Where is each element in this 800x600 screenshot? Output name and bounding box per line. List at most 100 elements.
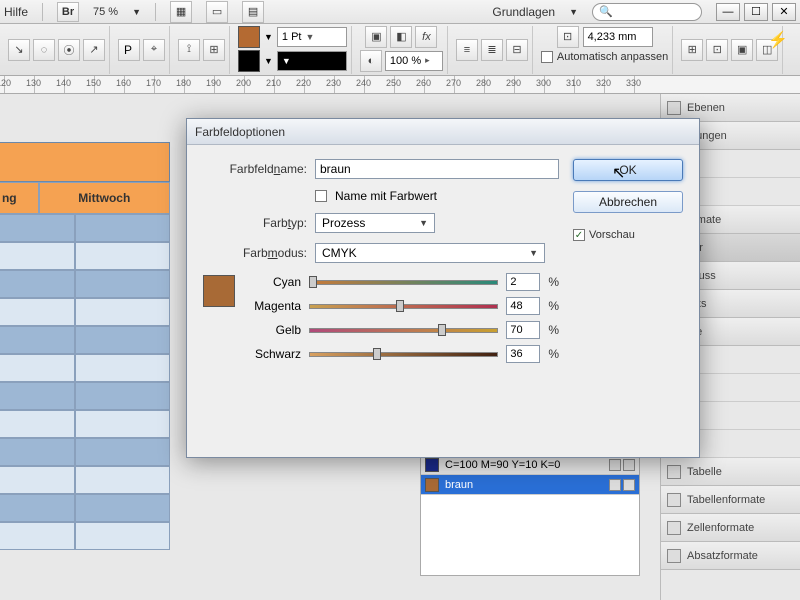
- opacity-icon[interactable]: ◐: [360, 50, 382, 72]
- separator: [42, 3, 43, 21]
- zoom-display[interactable]: 75 %: [93, 6, 118, 18]
- menu-help[interactable]: Hilfe: [4, 5, 28, 19]
- swatch-options-dialog: Farbfeldoptionen Farbfeldname: Name mit …: [186, 118, 700, 458]
- view-mode-icon[interactable]: ▦: [170, 1, 192, 23]
- arrange-icon[interactable]: ▤: [242, 1, 264, 23]
- align-icon[interactable]: ⊟: [506, 39, 528, 61]
- swatch-name: braun: [445, 479, 473, 491]
- tool-icon[interactable]: ↘: [8, 39, 30, 61]
- wrap-icon[interactable]: ◧: [390, 26, 412, 48]
- chevron-down-icon[interactable]: ▼: [132, 7, 141, 17]
- swatch-row[interactable]: C=100 M=90 Y=10 K=0: [421, 455, 639, 475]
- fx-icon[interactable]: fx: [415, 26, 437, 48]
- tool-icon[interactable]: ⦿: [58, 39, 80, 61]
- color-preview-chip: [203, 275, 235, 307]
- channel-label: Schwarz: [245, 347, 301, 361]
- colormode-select[interactable]: CMYK▼: [315, 243, 545, 263]
- percent-label: %: [548, 347, 559, 361]
- swatch-type-icon: [609, 479, 621, 491]
- snap-icon[interactable]: ⟟: [178, 39, 200, 61]
- minimize-button[interactable]: —: [716, 3, 740, 21]
- panel-tab[interactable]: Zellenformate: [661, 514, 800, 542]
- panel-icon: [667, 465, 681, 479]
- frame-size-input[interactable]: 4,233 mm: [583, 27, 653, 47]
- swatch-row[interactable]: braun: [421, 475, 639, 495]
- stroke-swatch[interactable]: [238, 50, 260, 72]
- swatch-mode-icon: [623, 479, 635, 491]
- frame-fit-icon[interactable]: ⊡: [557, 26, 579, 48]
- document-table[interactable]: ng Mittwoch: [0, 182, 170, 550]
- channel-label: Cyan: [245, 275, 301, 289]
- colortype-select[interactable]: Prozess▼: [315, 213, 435, 233]
- opacity-combo[interactable]: 100 %▸: [385, 51, 443, 71]
- align-icon[interactable]: ≣: [481, 39, 503, 61]
- chevron-down-icon[interactable]: ▼: [569, 7, 578, 17]
- auto-fit-checkbox[interactable]: [541, 51, 553, 63]
- control-toolbar: ↘ ◌ ⦿ ↗ P ⌖ ⟟ ⊞ ▼ 1 Pt▼ ▼ ▼ ▣: [0, 24, 800, 76]
- horizontal-ruler: 1201301401501601701801902002102202302402…: [0, 76, 800, 94]
- name-with-value-checkbox[interactable]: [315, 190, 327, 202]
- cancel-button[interactable]: Abbrechen: [573, 191, 683, 213]
- panel-tab[interactable]: Absatzformate: [661, 542, 800, 570]
- channel-slider[interactable]: [309, 325, 498, 335]
- preview-checkbox[interactable]: ✓: [573, 229, 585, 241]
- panel-icon: [667, 493, 681, 507]
- swatch-chip-icon: [425, 458, 439, 472]
- align-icon[interactable]: ≡: [456, 39, 478, 61]
- workspace-preset[interactable]: Grundlagen: [492, 5, 555, 19]
- quick-apply-icon[interactable]: ⚡: [768, 30, 788, 50]
- channel-slider[interactable]: [309, 301, 498, 311]
- swatch-chip-icon: [425, 478, 439, 492]
- channel-value-input[interactable]: [506, 297, 540, 315]
- fit-icon[interactable]: ⊡: [706, 39, 728, 61]
- bridge-button[interactable]: Br: [57, 2, 79, 22]
- panel-icon: [667, 521, 681, 535]
- channel-value-input[interactable]: [506, 345, 540, 363]
- swatches-panel[interactable]: C=100 M=90 Y=10 K=0 braun: [420, 454, 640, 576]
- chevron-down-icon[interactable]: ▼: [264, 56, 273, 66]
- fit-icon[interactable]: ⊞: [681, 39, 703, 61]
- auto-fit-label: Automatisch anpassen: [557, 51, 668, 63]
- maximize-button[interactable]: ☐: [744, 3, 768, 21]
- swatch-name-input[interactable]: [315, 159, 559, 179]
- name-label: Farbfeldname:: [203, 162, 307, 176]
- channel-slider[interactable]: [309, 349, 498, 359]
- channel-value-input[interactable]: [506, 321, 540, 339]
- snap-icon[interactable]: ⊞: [203, 39, 225, 61]
- stroke-style-combo[interactable]: ▼: [277, 51, 347, 71]
- swatch-type-icon: [609, 459, 621, 471]
- tool-icon[interactable]: ↗: [83, 39, 105, 61]
- panel-icon: [667, 101, 681, 115]
- screen-mode-icon[interactable]: ▭: [206, 1, 228, 23]
- name-with-value-label: Name mit Farbwert: [335, 189, 437, 203]
- preview-label: Vorschau: [589, 229, 635, 241]
- effects-icon[interactable]: ▣: [365, 26, 387, 48]
- dialog-title: Farbfeldoptionen: [195, 125, 285, 139]
- channel-value-input[interactable]: [506, 273, 540, 291]
- percent-label: %: [548, 299, 559, 313]
- tool-icon[interactable]: ◌: [33, 39, 55, 61]
- fill-swatch[interactable]: [238, 26, 260, 48]
- paragraph-icon[interactable]: P: [118, 39, 140, 61]
- percent-label: %: [548, 275, 559, 289]
- table-header-cell[interactable]: Mittwoch: [39, 182, 170, 214]
- colormode-label: Farbmodus:: [203, 246, 307, 260]
- stroke-width-combo[interactable]: 1 Pt▼: [277, 27, 347, 47]
- search-input[interactable]: 🔍: [592, 3, 702, 21]
- tool-icon[interactable]: ⌖: [143, 39, 165, 61]
- panel-tab[interactable]: Tabellenformate: [661, 486, 800, 514]
- panel-icon: [667, 549, 681, 563]
- channel-label: Gelb: [245, 323, 301, 337]
- chevron-down-icon[interactable]: ▼: [264, 32, 273, 42]
- table-header-cell[interactable]: ng: [0, 182, 39, 214]
- window-controls: — ☐ ✕: [716, 3, 796, 21]
- table-selection[interactable]: [0, 142, 170, 182]
- panel-tab[interactable]: Tabelle: [661, 458, 800, 486]
- fit-icon[interactable]: ▣: [731, 39, 753, 61]
- dialog-titlebar[interactable]: Farbfeldoptionen: [187, 119, 699, 145]
- channel-slider[interactable]: [309, 277, 498, 287]
- separator: [155, 3, 156, 21]
- swatch-name: C=100 M=90 Y=10 K=0: [445, 459, 560, 471]
- close-button[interactable]: ✕: [772, 3, 796, 21]
- ok-button[interactable]: OK ↖: [573, 159, 683, 181]
